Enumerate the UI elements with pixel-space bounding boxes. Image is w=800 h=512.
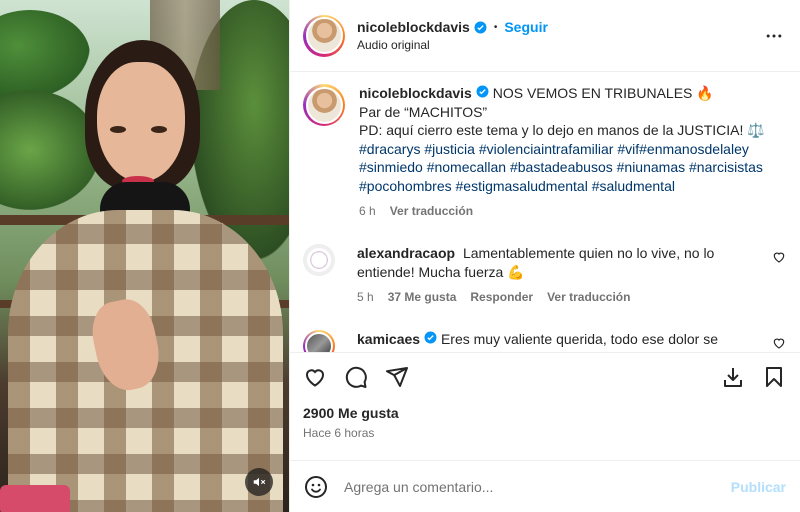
comment-input[interactable]	[344, 478, 731, 495]
likes-count[interactable]: 2900 Me gusta	[303, 405, 786, 421]
person-face	[97, 62, 185, 182]
audio-link[interactable]: Audio original	[357, 38, 762, 52]
header-meta: nicoleblockdavis • Seguir Audio original	[357, 19, 762, 52]
phone-case	[0, 485, 70, 512]
share-button[interactable]	[385, 365, 409, 389]
like-button[interactable]	[303, 365, 327, 389]
heart-icon	[305, 369, 325, 387]
caption-line: NOS VEMOS EN TRIBUNALES 🔥	[492, 85, 714, 101]
list-item: alexandracaop Lamentablemente quien no l…	[303, 244, 786, 304]
comment-time[interactable]: 5 h	[357, 290, 374, 304]
avatar[interactable]	[303, 84, 345, 126]
post-container: nicoleblockdavis • Seguir Audio original	[0, 0, 800, 512]
avatar[interactable]	[303, 14, 345, 57]
comment-icon	[345, 366, 367, 388]
comment-button[interactable]	[344, 365, 368, 389]
heart-icon[interactable]	[772, 336, 786, 350]
bookmark-icon	[766, 367, 782, 387]
list-item: kamicaes Eres muy valiente querida, todo…	[303, 330, 786, 352]
download-icon	[724, 368, 742, 387]
person-eye	[151, 126, 167, 133]
reply-button[interactable]: Responder	[470, 290, 533, 304]
palm-leaf	[0, 10, 90, 100]
more-options-button[interactable]	[762, 24, 786, 48]
verified-badge-icon	[424, 331, 437, 344]
reel-video[interactable]	[0, 0, 289, 512]
publish-button[interactable]: Publicar	[731, 479, 786, 495]
caption-hashtags[interactable]: #dracarys #justicia #violenciaintrafamil…	[359, 141, 763, 194]
comments-section: nicoleblockdavis NOS VEMOS EN TRIBUNALES…	[290, 72, 800, 352]
comment-text: Eres muy valiente querida, todo ese dolo…	[440, 331, 718, 347]
comment-likes[interactable]: 37 Me gusta	[388, 290, 457, 304]
caption: nicoleblockdavis NOS VEMOS EN TRIBUNALES…	[303, 84, 786, 218]
caption-username[interactable]: nicoleblockdavis	[359, 85, 472, 101]
separator-dot: •	[493, 21, 498, 33]
volume-off-icon	[253, 477, 266, 487]
see-translation-link[interactable]: Ver traducción	[390, 204, 473, 218]
caption-time[interactable]: 6 h	[359, 204, 376, 218]
see-translation-link[interactable]: Ver traducción	[547, 290, 630, 304]
post-header: nicoleblockdavis • Seguir Audio original	[290, 0, 800, 72]
send-icon	[386, 367, 408, 387]
person-eye	[110, 126, 126, 133]
comment-username[interactable]: alexandracaop	[357, 245, 455, 261]
save-button[interactable]	[762, 365, 786, 389]
heart-icon[interactable]	[772, 250, 786, 264]
emoji-icon	[305, 475, 327, 498]
comment-username[interactable]: kamicaes	[357, 331, 420, 347]
mute-button[interactable]	[245, 468, 273, 496]
avatar[interactable]	[303, 330, 335, 352]
more-horizontal-icon	[766, 34, 782, 37]
download-button[interactable]	[721, 365, 745, 389]
verified-badge-icon	[474, 21, 487, 34]
caption-line: PD: aquí cierro este tema y lo dejo en m…	[359, 122, 765, 138]
avatar[interactable]	[303, 244, 335, 276]
post-actions: 2900 Me gusta Hace 6 horas	[290, 352, 800, 460]
caption-line: Par de “MACHITOS”	[359, 103, 488, 120]
post-sidebar: nicoleblockdavis • Seguir Audio original	[289, 0, 800, 512]
follow-button[interactable]: Seguir	[504, 19, 548, 35]
verified-badge-icon	[476, 85, 489, 98]
add-comment-bar: Publicar	[290, 460, 800, 512]
post-timestamp[interactable]: Hace 6 horas	[303, 426, 786, 440]
emoji-button[interactable]	[304, 475, 328, 499]
header-username[interactable]: nicoleblockdavis	[357, 19, 470, 35]
